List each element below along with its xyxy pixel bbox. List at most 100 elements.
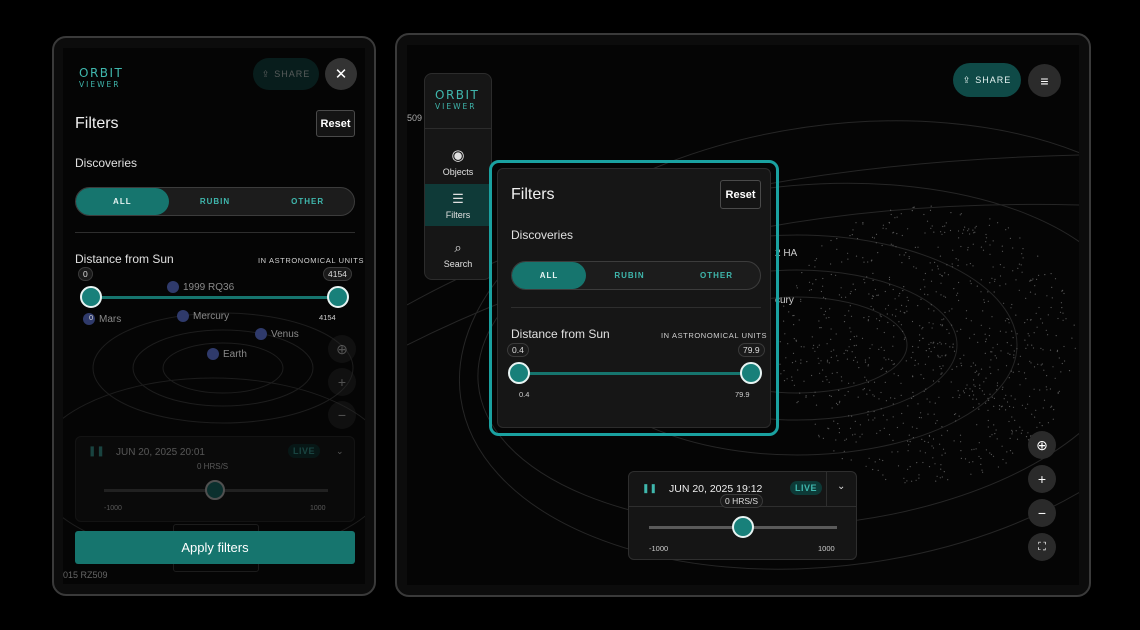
star-dot bbox=[973, 384, 975, 386]
discovery-option-rubin[interactable]: RUBIN bbox=[169, 188, 262, 215]
share-button[interactable]: ⇪ SHARE bbox=[253, 58, 319, 90]
star-dot bbox=[972, 243, 974, 245]
star-dot bbox=[941, 454, 943, 456]
distance-slider-max-thumb[interactable] bbox=[327, 286, 349, 308]
pause-icon[interactable]: ❚❚ bbox=[88, 446, 105, 457]
star-dot bbox=[922, 326, 924, 329]
star-dot bbox=[944, 311, 946, 313]
live-badge[interactable]: LIVE bbox=[288, 444, 321, 458]
star-dot bbox=[939, 356, 941, 358]
zoom-in-button[interactable]: + bbox=[1028, 465, 1056, 493]
distance-slider-track[interactable] bbox=[91, 296, 339, 299]
star-dot bbox=[1011, 416, 1013, 418]
distance-slider-max-thumb[interactable] bbox=[740, 362, 762, 384]
star-dot bbox=[812, 347, 814, 349]
star-dot bbox=[1002, 458, 1004, 461]
star-dot bbox=[822, 277, 824, 280]
star-dot bbox=[917, 305, 919, 307]
star-dot bbox=[856, 335, 858, 337]
star-dot bbox=[940, 468, 942, 470]
star-dot bbox=[1016, 348, 1018, 350]
star-dot bbox=[853, 345, 855, 347]
zoom-out-button[interactable]: − bbox=[1028, 499, 1056, 527]
discovery-option-rubin[interactable]: RUBIN bbox=[586, 262, 673, 289]
star-dot bbox=[1029, 279, 1032, 281]
body-label[interactable]: 1999 RQ36 bbox=[167, 281, 234, 293]
star-dot bbox=[800, 346, 802, 348]
apply-filters-button[interactable]: Apply filters bbox=[75, 531, 355, 564]
star-dot bbox=[843, 321, 846, 323]
star-dot bbox=[952, 249, 954, 251]
star-dot bbox=[938, 396, 940, 398]
star-dot bbox=[1011, 433, 1013, 435]
discovery-option-other[interactable]: OTHER bbox=[261, 188, 354, 215]
star-dot bbox=[825, 317, 827, 319]
star-dot bbox=[940, 368, 942, 370]
star-dot bbox=[948, 310, 950, 312]
star-dot bbox=[915, 267, 917, 269]
star-dot bbox=[896, 216, 898, 218]
body-label[interactable]: Earth bbox=[207, 348, 247, 360]
zoom-in-button[interactable]: + bbox=[328, 368, 356, 396]
reset-button[interactable]: Reset bbox=[316, 110, 355, 137]
star-dot bbox=[1040, 318, 1042, 320]
discovery-option-all[interactable]: ALL bbox=[76, 188, 169, 215]
star-dot bbox=[1052, 418, 1054, 420]
body-label[interactable]: Venus bbox=[255, 328, 299, 340]
star-dot bbox=[867, 414, 869, 416]
star-dot bbox=[912, 391, 914, 393]
star-dot bbox=[892, 232, 894, 234]
star-dot bbox=[903, 338, 905, 340]
star-dot bbox=[1019, 355, 1022, 357]
star-dot bbox=[997, 222, 999, 224]
rate-slider-thumb[interactable] bbox=[732, 516, 754, 538]
chevron-down-icon[interactable]: ⌄ bbox=[336, 446, 344, 457]
nav-objects[interactable]: ◉ Objects bbox=[425, 138, 491, 184]
nav-search[interactable]: ⌕ Search bbox=[425, 234, 491, 274]
star-dot bbox=[852, 434, 854, 436]
fullscreen-button[interactable]: ⛶ bbox=[1028, 533, 1056, 561]
star-dot bbox=[914, 359, 916, 361]
star-dot bbox=[919, 288, 922, 290]
nav-filters[interactable]: ☰ Filters bbox=[425, 184, 491, 226]
star-dot bbox=[1014, 419, 1016, 421]
close-button[interactable]: ✕ bbox=[325, 58, 357, 90]
star-dot bbox=[799, 392, 801, 394]
star-dot bbox=[808, 281, 811, 283]
discovery-option-all[interactable]: ALL bbox=[512, 262, 586, 289]
star-dot bbox=[932, 380, 935, 382]
discovery-option-other[interactable]: OTHER bbox=[673, 262, 760, 289]
star-dot bbox=[947, 479, 949, 481]
star-dot bbox=[952, 343, 954, 345]
range-min-bubble: 0.4 bbox=[507, 343, 529, 357]
star-dot bbox=[1015, 279, 1017, 281]
share-button[interactable]: ⇪ SHARE bbox=[953, 63, 1021, 97]
menu-button[interactable]: ≡ bbox=[1028, 64, 1061, 97]
body-label[interactable]: Mercury bbox=[177, 310, 229, 322]
star-dot bbox=[1027, 344, 1029, 346]
distance-slider-min-thumb[interactable] bbox=[80, 286, 102, 308]
distance-slider-track[interactable] bbox=[520, 372, 752, 375]
star-dot bbox=[849, 293, 851, 295]
star-dot bbox=[783, 380, 786, 382]
locate-button[interactable]: ⊕ bbox=[328, 335, 356, 363]
live-badge[interactable]: LIVE bbox=[790, 481, 823, 495]
reset-button[interactable]: Reset bbox=[720, 180, 761, 209]
star-dot bbox=[1061, 362, 1063, 365]
chevron-down-icon[interactable]: ⌄ bbox=[837, 481, 845, 492]
star-dot bbox=[907, 440, 909, 442]
filters-panel: Filters Reset Discoveries ALL RUBIN OTHE… bbox=[497, 168, 771, 428]
rate-slider-thumb[interactable] bbox=[205, 480, 225, 500]
star-dot bbox=[965, 310, 968, 312]
star-dot bbox=[844, 394, 846, 396]
locate-button[interactable]: ⊕ bbox=[1028, 431, 1056, 459]
zoom-out-button[interactable]: − bbox=[328, 401, 356, 429]
star-dot bbox=[994, 280, 996, 282]
star-dot bbox=[974, 371, 976, 373]
distance-slider-min-thumb[interactable] bbox=[508, 362, 530, 384]
range-max-bubble: 4154 bbox=[323, 267, 352, 281]
star-dot bbox=[864, 282, 866, 284]
star-dot bbox=[1054, 278, 1057, 280]
pause-icon[interactable]: ❚❚ bbox=[642, 483, 657, 494]
star-dot bbox=[996, 438, 998, 440]
